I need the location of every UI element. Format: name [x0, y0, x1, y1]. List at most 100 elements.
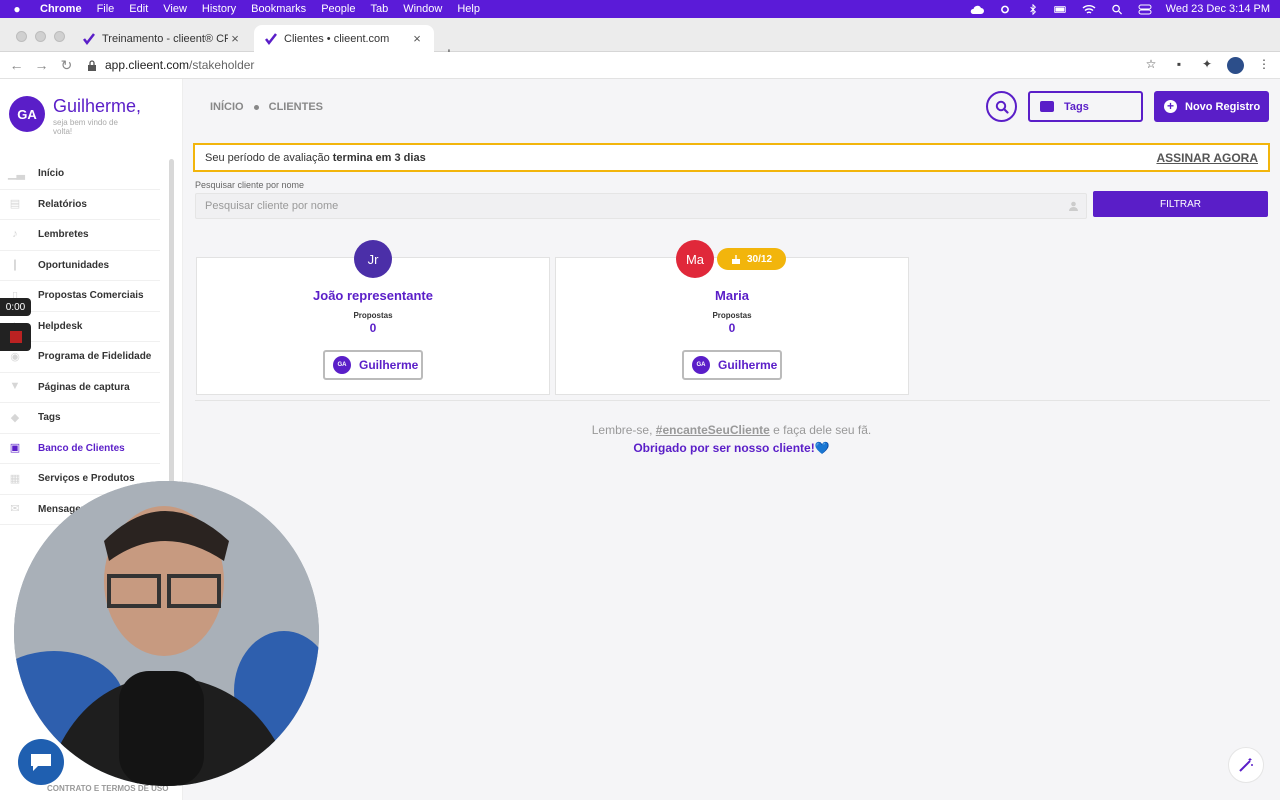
menu-help[interactable]: Help — [457, 3, 480, 15]
search-label: Pesquisar cliente por nome — [195, 180, 305, 190]
maximize-window-button[interactable] — [54, 31, 65, 42]
control-center-icon[interactable] — [1138, 4, 1152, 15]
sidebar-item-paginas-captura[interactable]: ▼ Páginas de captura — [0, 373, 160, 403]
owner-button[interactable]: GA Guilherme — [682, 350, 782, 380]
tab-label: Treinamento - clieent® CRM — [102, 32, 228, 45]
breadcrumb-home[interactable]: INÍCIO — [210, 101, 244, 113]
sidebar-item-lembretes[interactable]: ♪ Lembretes — [0, 220, 160, 251]
slogan-prefix: Lembre-se, — [591, 423, 653, 437]
toolbar-actions: ☆ ▪ ✦ ⋮ — [1143, 56, 1272, 74]
menu-view[interactable]: View — [163, 3, 187, 15]
sidebar-item-label: Início — [38, 168, 65, 180]
client-search-input[interactable]: Pesquisar cliente por nome — [195, 193, 1087, 219]
contact-book-icon: ▣ — [9, 442, 21, 455]
trial-text: Seu período de avaliação — [205, 151, 330, 164]
thank-you-text: Obrigado por ser nosso cliente!💙 — [633, 441, 830, 455]
search-icon — [995, 100, 1009, 114]
wifi-icon[interactable] — [1082, 4, 1096, 15]
sidebar-item-banco-clientes[interactable]: ▣ Banco de Clientes — [0, 434, 160, 464]
sidebar-item-relatorios[interactable]: ▤ Relatórios — [0, 190, 160, 220]
minimize-window-button[interactable] — [35, 31, 46, 42]
menu-file[interactable]: File — [97, 3, 115, 15]
menu-bookmarks[interactable]: Bookmarks — [251, 3, 306, 15]
client-name[interactable]: Maria — [556, 288, 908, 303]
main-content: INÍCIO CLIENTES Tags + Novo Registro Seu… — [183, 79, 1280, 800]
user-profile: GA Guilherme, seja bem vindo de volta! — [9, 96, 141, 136]
envelope-icon: ✉ — [10, 503, 20, 516]
battery-icon[interactable] — [1053, 4, 1068, 15]
apple-icon[interactable]: ● — [10, 2, 24, 16]
menu-window[interactable]: Window — [403, 3, 442, 15]
owner-name: Guilherme — [718, 358, 778, 372]
tab-close-icon[interactable]: × — [410, 31, 424, 46]
tags-button[interactable]: Tags — [1028, 91, 1143, 122]
client-name[interactable]: João representante — [197, 288, 549, 303]
search-button[interactable] — [986, 91, 1017, 122]
avatar[interactable]: GA — [9, 96, 45, 132]
tab-treinamento[interactable]: Treinamento - clieent® CRM × — [72, 25, 252, 52]
stop-icon — [9, 331, 22, 343]
filter-button[interactable]: FILTRAR — [1093, 191, 1268, 217]
owner-avatar: GA — [692, 356, 710, 374]
window-controls — [16, 31, 65, 42]
tab-clientes[interactable]: Clientes • clieent.com × — [254, 25, 434, 52]
funnel-icon: ▼ — [9, 380, 21, 393]
menu-people[interactable]: People — [321, 3, 355, 15]
close-window-button[interactable] — [16, 31, 27, 42]
spotlight-search-icon[interactable] — [1110, 4, 1124, 15]
stop-recording-button[interactable] — [0, 323, 31, 351]
sidebar-item-label: Lembretes — [38, 229, 89, 241]
chat-button[interactable] — [18, 739, 64, 785]
sidebar-item-label: Helpdesk — [38, 320, 83, 332]
client-card[interactable]: Ma 30/12 Maria Propostas 0 GA Guilherme — [555, 240, 909, 395]
bluetooth-icon[interactable] — [1026, 3, 1040, 15]
user-icon — [1069, 201, 1078, 211]
cloud-icon[interactable] — [970, 4, 984, 15]
profile-avatar[interactable] — [1227, 56, 1244, 74]
subscribe-link[interactable]: ASSINAR AGORA — [1156, 151, 1258, 165]
owner-button[interactable]: GA Guilherme — [323, 350, 423, 380]
menu-history[interactable]: History — [202, 3, 236, 15]
tab-close-icon[interactable]: × — [228, 31, 242, 46]
forward-arrow-icon[interactable]: → — [29, 57, 54, 73]
reload-icon[interactable]: ↻ — [54, 57, 79, 74]
extension-icon[interactable]: ▪ — [1171, 57, 1187, 73]
client-card[interactable]: Jr João representante Propostas 0 GA Gui… — [196, 240, 550, 395]
menu-tab[interactable]: Tab — [370, 3, 388, 15]
sidebar-item-label: Tags — [38, 412, 61, 424]
chart-icon: ▁▃ — [8, 167, 25, 180]
recording-timer: 0:00 — [0, 298, 31, 316]
trial-remaining: termina em 3 dias — [332, 151, 426, 164]
menubar-clock[interactable]: Wed 23 Dec 3:14 PM — [1166, 3, 1270, 15]
sidebar-scrollbar[interactable] — [169, 159, 174, 489]
mac-menubar: ● Chrome File Edit View History Bookmark… — [0, 0, 1280, 18]
terms-link[interactable]: CONTRATO E TERMOS DE USO — [47, 784, 169, 793]
divider — [195, 400, 1270, 401]
menu-edit[interactable]: Edit — [129, 3, 148, 15]
magic-wand-button[interactable] — [1228, 747, 1264, 783]
back-arrow-icon[interactable]: ← — [4, 57, 29, 73]
cake-icon — [731, 255, 740, 264]
hashtag-link[interactable]: #encanteSeuCliente — [656, 423, 770, 437]
owner-name: Guilherme — [359, 358, 419, 372]
new-record-button[interactable]: + Novo Registro — [1154, 91, 1269, 122]
medal-icon: ◉ — [10, 350, 20, 363]
sidebar-item-oportunidades[interactable]: ❙ Oportunidades — [0, 251, 160, 281]
gear-icon[interactable] — [998, 4, 1012, 15]
slogan-suffix: e faça dele seu fã. — [773, 423, 872, 437]
tag-icon: ◆ — [10, 411, 20, 424]
trial-banner: Seu período de avaliação termina em 3 di… — [193, 143, 1270, 172]
address-bar[interactable]: app.clieent.com/stakeholder — [87, 54, 1143, 76]
box-icon: ▦ — [9, 472, 21, 485]
plus-circle-icon: + — [1164, 100, 1177, 113]
lock-icon[interactable] — [87, 59, 97, 71]
client-avatar: Jr — [354, 240, 392, 278]
proposals-count: 0 — [728, 321, 736, 335]
birthday-badge[interactable]: 30/12 — [717, 248, 786, 270]
kebab-menu-icon[interactable]: ⋮ — [1256, 57, 1272, 73]
menu-app-name[interactable]: Chrome — [40, 3, 82, 15]
sidebar-item-inicio[interactable]: ▁▃ Início — [0, 159, 160, 190]
bookmark-star-icon[interactable]: ☆ — [1143, 57, 1159, 73]
sidebar-item-tags[interactable]: ◆ Tags — [0, 403, 160, 434]
puzzle-extensions-icon[interactable]: ✦ — [1199, 57, 1215, 73]
